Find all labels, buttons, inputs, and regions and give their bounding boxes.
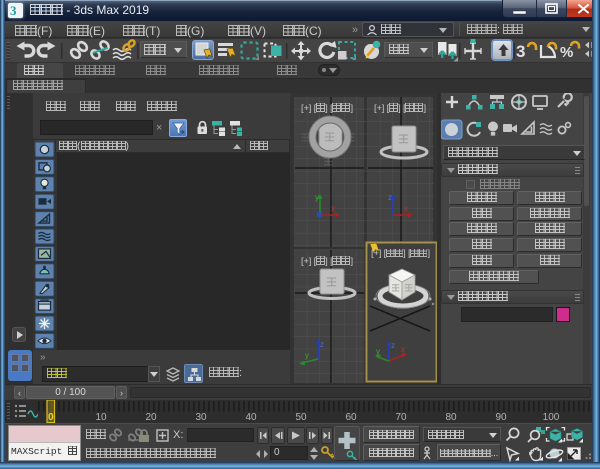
svg-text:3: 3 — [516, 42, 525, 61]
svg-text:60: 60 — [345, 412, 357, 423]
svg-text:70: 70 — [395, 412, 407, 423]
svg-text:y: y — [315, 193, 319, 202]
svg-text:40: 40 — [245, 412, 257, 423]
svg-text:z: z — [388, 193, 392, 202]
svg-text:100: 100 — [543, 412, 560, 423]
svg-text:90: 90 — [495, 412, 507, 423]
svg-text:0: 0 — [48, 412, 54, 423]
svg-text:y: y — [305, 351, 309, 360]
svg-text:z: z — [391, 341, 395, 350]
svg-text:%: % — [560, 44, 573, 61]
svg-text:20: 20 — [145, 412, 157, 423]
svg-text:10: 10 — [95, 412, 107, 423]
svg-text:x: x — [401, 345, 405, 354]
svg-text:x: x — [331, 204, 335, 213]
svg-text:50: 50 — [295, 412, 307, 423]
svg-text:y: y — [376, 347, 380, 356]
svg-text:30: 30 — [195, 412, 207, 423]
svg-text:80: 80 — [445, 412, 457, 423]
svg-text:z: z — [320, 340, 324, 349]
svg-text:x: x — [404, 204, 408, 213]
